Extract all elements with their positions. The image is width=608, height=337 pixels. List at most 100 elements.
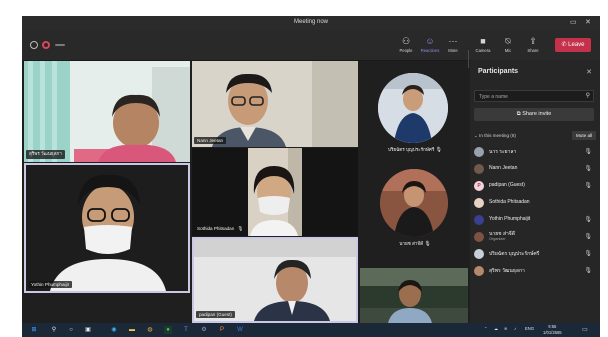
- video-tile[interactable]: สุริพร วัฒนธุลกา: [24, 61, 190, 162]
- signal-icon: [55, 44, 65, 46]
- windows-taskbar: ⊞ ⚲ ○ ▣ ◉ ▬ ◍ ● T ⚙ P W ⌃ ☁ ≋ ♪ ENG 9:55…: [22, 323, 600, 337]
- participant-name-label: Yothin Phumphaijit: [28, 281, 72, 288]
- mic-muted-icon: 🎙︎: [424, 241, 431, 247]
- mic-muted-icon: 🎙︎: [584, 234, 592, 240]
- participant-row[interactable]: Nann Jeetan 🎙︎: [474, 162, 596, 176]
- reactions-button[interactable]: ☺ Reactions: [419, 36, 441, 53]
- mic-muted-icon: 🎙︎: [584, 149, 592, 155]
- avatar: [474, 232, 484, 242]
- video-feed: [194, 239, 356, 321]
- participant-row[interactable]: Sothida Phitsadan: [474, 196, 596, 210]
- reactions-label: Reactions: [420, 48, 440, 53]
- video-tile[interactable]: padipan (Guest): [192, 237, 358, 323]
- settings-icon[interactable]: ⚙: [200, 326, 208, 334]
- video-tile[interactable]: [360, 268, 468, 323]
- volume-icon[interactable]: ♪: [514, 326, 516, 331]
- mic-button[interactable]: ⍉ Mic: [497, 36, 519, 53]
- teams-window: Meeting now ▭ ✕ ⚇ People ☺ Reactions ⋯ M…: [22, 16, 600, 337]
- share-label: Share: [527, 48, 539, 53]
- camera-label: Camera: [475, 48, 491, 53]
- people-button[interactable]: ⚇ People: [395, 36, 417, 53]
- widgets-icon[interactable]: ▣: [84, 326, 92, 334]
- close-icon[interactable]: ✕: [586, 68, 592, 76]
- more-icon: ⋯: [448, 36, 458, 46]
- participant-row[interactable]: นายช ส่าจีดี Organizer 🎙︎: [474, 230, 596, 244]
- people-label: People: [399, 48, 413, 53]
- avatar-photo: [378, 73, 448, 143]
- video-tile[interactable]: Sothida Phitsadan 🎙︎: [192, 148, 358, 236]
- avatar: [474, 164, 484, 174]
- video-tile[interactable]: นายช ส่าจีดี 🎙︎: [360, 163, 470, 261]
- file-explorer-icon[interactable]: ▬: [128, 326, 136, 334]
- avatar: P: [474, 181, 484, 191]
- participant-name: padipan (Guest): [489, 182, 525, 188]
- share-tray-icon: ⇪: [529, 36, 537, 46]
- participant-row[interactable]: ปริยฉัตร บุญประรักษ์ศรี 🎙︎: [474, 247, 596, 261]
- camera-icon: ■: [480, 36, 486, 46]
- clock-date: 1/01/2565: [543, 330, 562, 335]
- chrome-icon[interactable]: ◍: [146, 326, 154, 334]
- word-icon[interactable]: W: [236, 326, 244, 334]
- mic-muted-icon: ⍉: [505, 36, 511, 46]
- participant-avatar: [380, 169, 448, 237]
- mic-muted-icon: 🎙︎: [435, 147, 442, 153]
- video-tile[interactable]: Nann Jeetan: [192, 61, 358, 147]
- restore-icon[interactable]: ▭: [570, 18, 577, 26]
- meeting-timer-icon: [30, 41, 38, 49]
- participant-row[interactable]: Yothin Phumphaijit 🎙︎: [474, 213, 596, 227]
- in-meeting-header[interactable]: ⌄ In this meeting (8): [474, 133, 516, 139]
- video-feed: [24, 61, 190, 162]
- participant-name: Sothida Phitsadan: [489, 199, 530, 205]
- participant-name-label: padipan (Guest): [196, 311, 235, 318]
- share-icon: ⧉: [516, 111, 521, 117]
- task-view-icon[interactable]: ○: [67, 326, 75, 334]
- notification-icon[interactable]: ▭: [582, 326, 588, 333]
- participant-name-label: ปริยฉัตร บุญประรักษ์ศรี 🎙︎: [388, 147, 442, 153]
- video-feed: [360, 268, 468, 323]
- participant-search: ⚲: [474, 90, 594, 102]
- reactions-icon: ☺: [425, 36, 435, 46]
- powerpoint-icon[interactable]: P: [218, 326, 226, 334]
- participant-role: Organizer: [489, 237, 506, 241]
- participant-row[interactable]: P padipan (Guest) 🎙︎: [474, 179, 596, 193]
- participant-row[interactable]: นาร ระยาลา 🎙︎: [474, 145, 596, 159]
- mic-icon: 🎙︎: [584, 166, 592, 172]
- search-icon[interactable]: ⚲: [50, 326, 58, 334]
- search-input[interactable]: [479, 92, 579, 101]
- participant-name: นาร ระยาลา: [489, 149, 517, 155]
- edge-icon[interactable]: ◉: [110, 326, 118, 334]
- tray-chevron-icon[interactable]: ⌃: [484, 326, 488, 331]
- mic-muted-icon: 🎙︎: [584, 268, 592, 274]
- video-tile[interactable]: ปริยฉัตร บุญประรักษ์ศรี 🎙︎: [360, 61, 470, 163]
- recording-icon: [42, 41, 50, 49]
- participant-name: Yothin Phumphaijit: [489, 216, 531, 222]
- clock-time: 9:55: [548, 324, 557, 329]
- participant-name: Nann Jeetan: [489, 165, 518, 171]
- avatar-photo: [380, 169, 448, 237]
- mute-all-button[interactable]: Mute all: [572, 131, 596, 140]
- share-invite-label: Share invite: [522, 111, 552, 117]
- windows-start-icon[interactable]: ⊞: [30, 326, 38, 334]
- wifi-icon[interactable]: ≋: [504, 326, 508, 331]
- avatar: [474, 198, 484, 208]
- leave-label: Leave: [568, 42, 585, 48]
- mic-label: Mic: [504, 48, 512, 53]
- camera-button[interactable]: ■ Camera: [472, 36, 494, 53]
- search-icon: ⚲: [585, 93, 590, 99]
- close-window-icon[interactable]: ✕: [585, 18, 591, 26]
- onedrive-icon[interactable]: ☁: [494, 326, 498, 331]
- clock[interactable]: 9:55 1/01/2565: [543, 324, 562, 336]
- more-button[interactable]: ⋯ More: [442, 36, 464, 53]
- video-tile-selected[interactable]: Yothin Phumphaijit: [24, 163, 190, 293]
- share-button[interactable]: ⇪ Share: [522, 36, 544, 53]
- video-feed: [192, 148, 358, 236]
- teams-icon[interactable]: T: [182, 326, 190, 334]
- mic-icon: 🎙︎: [584, 217, 592, 223]
- leave-button[interactable]: ✆ Leave: [555, 38, 591, 52]
- participant-row[interactable]: สุริพร วัฒนธุลกา 🎙︎: [474, 264, 596, 278]
- language-indicator[interactable]: ENG: [525, 326, 534, 331]
- participants-panel: Participants ✕ ⚲ ⧉ Share invite ⌄ In thi…: [470, 60, 600, 323]
- share-invite-button[interactable]: ⧉ Share invite: [474, 108, 594, 121]
- phone-icon: ✆: [561, 42, 567, 48]
- line-app-icon[interactable]: ●: [164, 326, 172, 334]
